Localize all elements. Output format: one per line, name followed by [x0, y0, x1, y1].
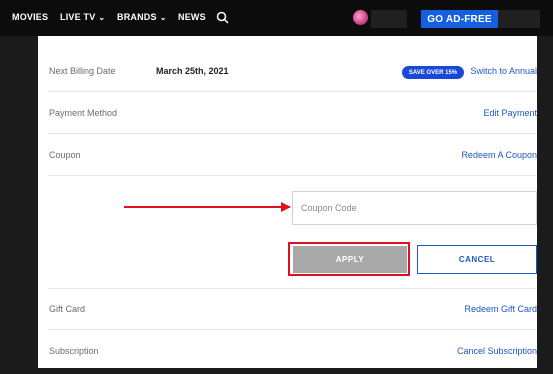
nav-brands-label: BRANDS	[117, 12, 157, 22]
search-icon[interactable]	[216, 11, 229, 24]
gift-card-label: Gift Card	[49, 304, 86, 314]
top-nav: MOVIES LIVE TV ⌄ BRANDS ⌄ NEWS GO AD-FREE	[0, 0, 553, 36]
redeem-coupon-link[interactable]: Redeem A Coupon	[461, 134, 537, 175]
chevron-down-icon: ⌄	[159, 13, 167, 22]
annotation-arrow-line	[124, 206, 290, 208]
save-badge: SAVE OVER 15%	[402, 66, 464, 79]
apply-button[interactable]: APPLY	[293, 246, 407, 273]
username-redacted	[371, 10, 407, 28]
go-ad-free-button[interactable]: GO AD-FREE	[421, 10, 498, 28]
subscription-row: Subscription Cancel Subscription	[48, 330, 537, 372]
annotation-arrow-head	[281, 202, 291, 212]
coupon-label: Coupon	[49, 149, 81, 160]
payment-label: Payment Method	[49, 107, 118, 118]
payment-row: Payment Method Edit Payment	[48, 92, 537, 134]
coupon-row: Coupon Redeem A Coupon	[48, 134, 537, 176]
billing-label: Next Billing Date	[49, 65, 116, 76]
nav-live-tv-label: LIVE TV	[60, 12, 96, 22]
chevron-down-icon: ⌄	[98, 13, 106, 22]
redeem-gift-card-link[interactable]: Redeem Gift Card	[464, 289, 537, 329]
nav-news[interactable]: NEWS	[178, 12, 206, 22]
avatar[interactable]	[353, 10, 368, 25]
nav-live-tv[interactable]: LIVE TV ⌄	[60, 12, 105, 22]
redacted-block	[498, 10, 540, 28]
nav-movies[interactable]: MOVIES	[12, 12, 48, 22]
billing-date: March 25th, 2021	[156, 65, 229, 76]
cancel-button[interactable]: CANCEL	[417, 245, 537, 274]
cancel-subscription-link[interactable]: Cancel Subscription	[457, 330, 537, 372]
coupon-code-input[interactable]	[292, 191, 537, 225]
subscription-label: Subscription	[49, 346, 99, 356]
nav-brands[interactable]: BRANDS ⌄	[117, 12, 167, 22]
switch-to-annual-link[interactable]: Switch to Annual	[470, 50, 537, 91]
edit-payment-link[interactable]: Edit Payment	[483, 92, 537, 133]
gift-card-row: Gift Card Redeem Gift Card	[48, 288, 537, 330]
